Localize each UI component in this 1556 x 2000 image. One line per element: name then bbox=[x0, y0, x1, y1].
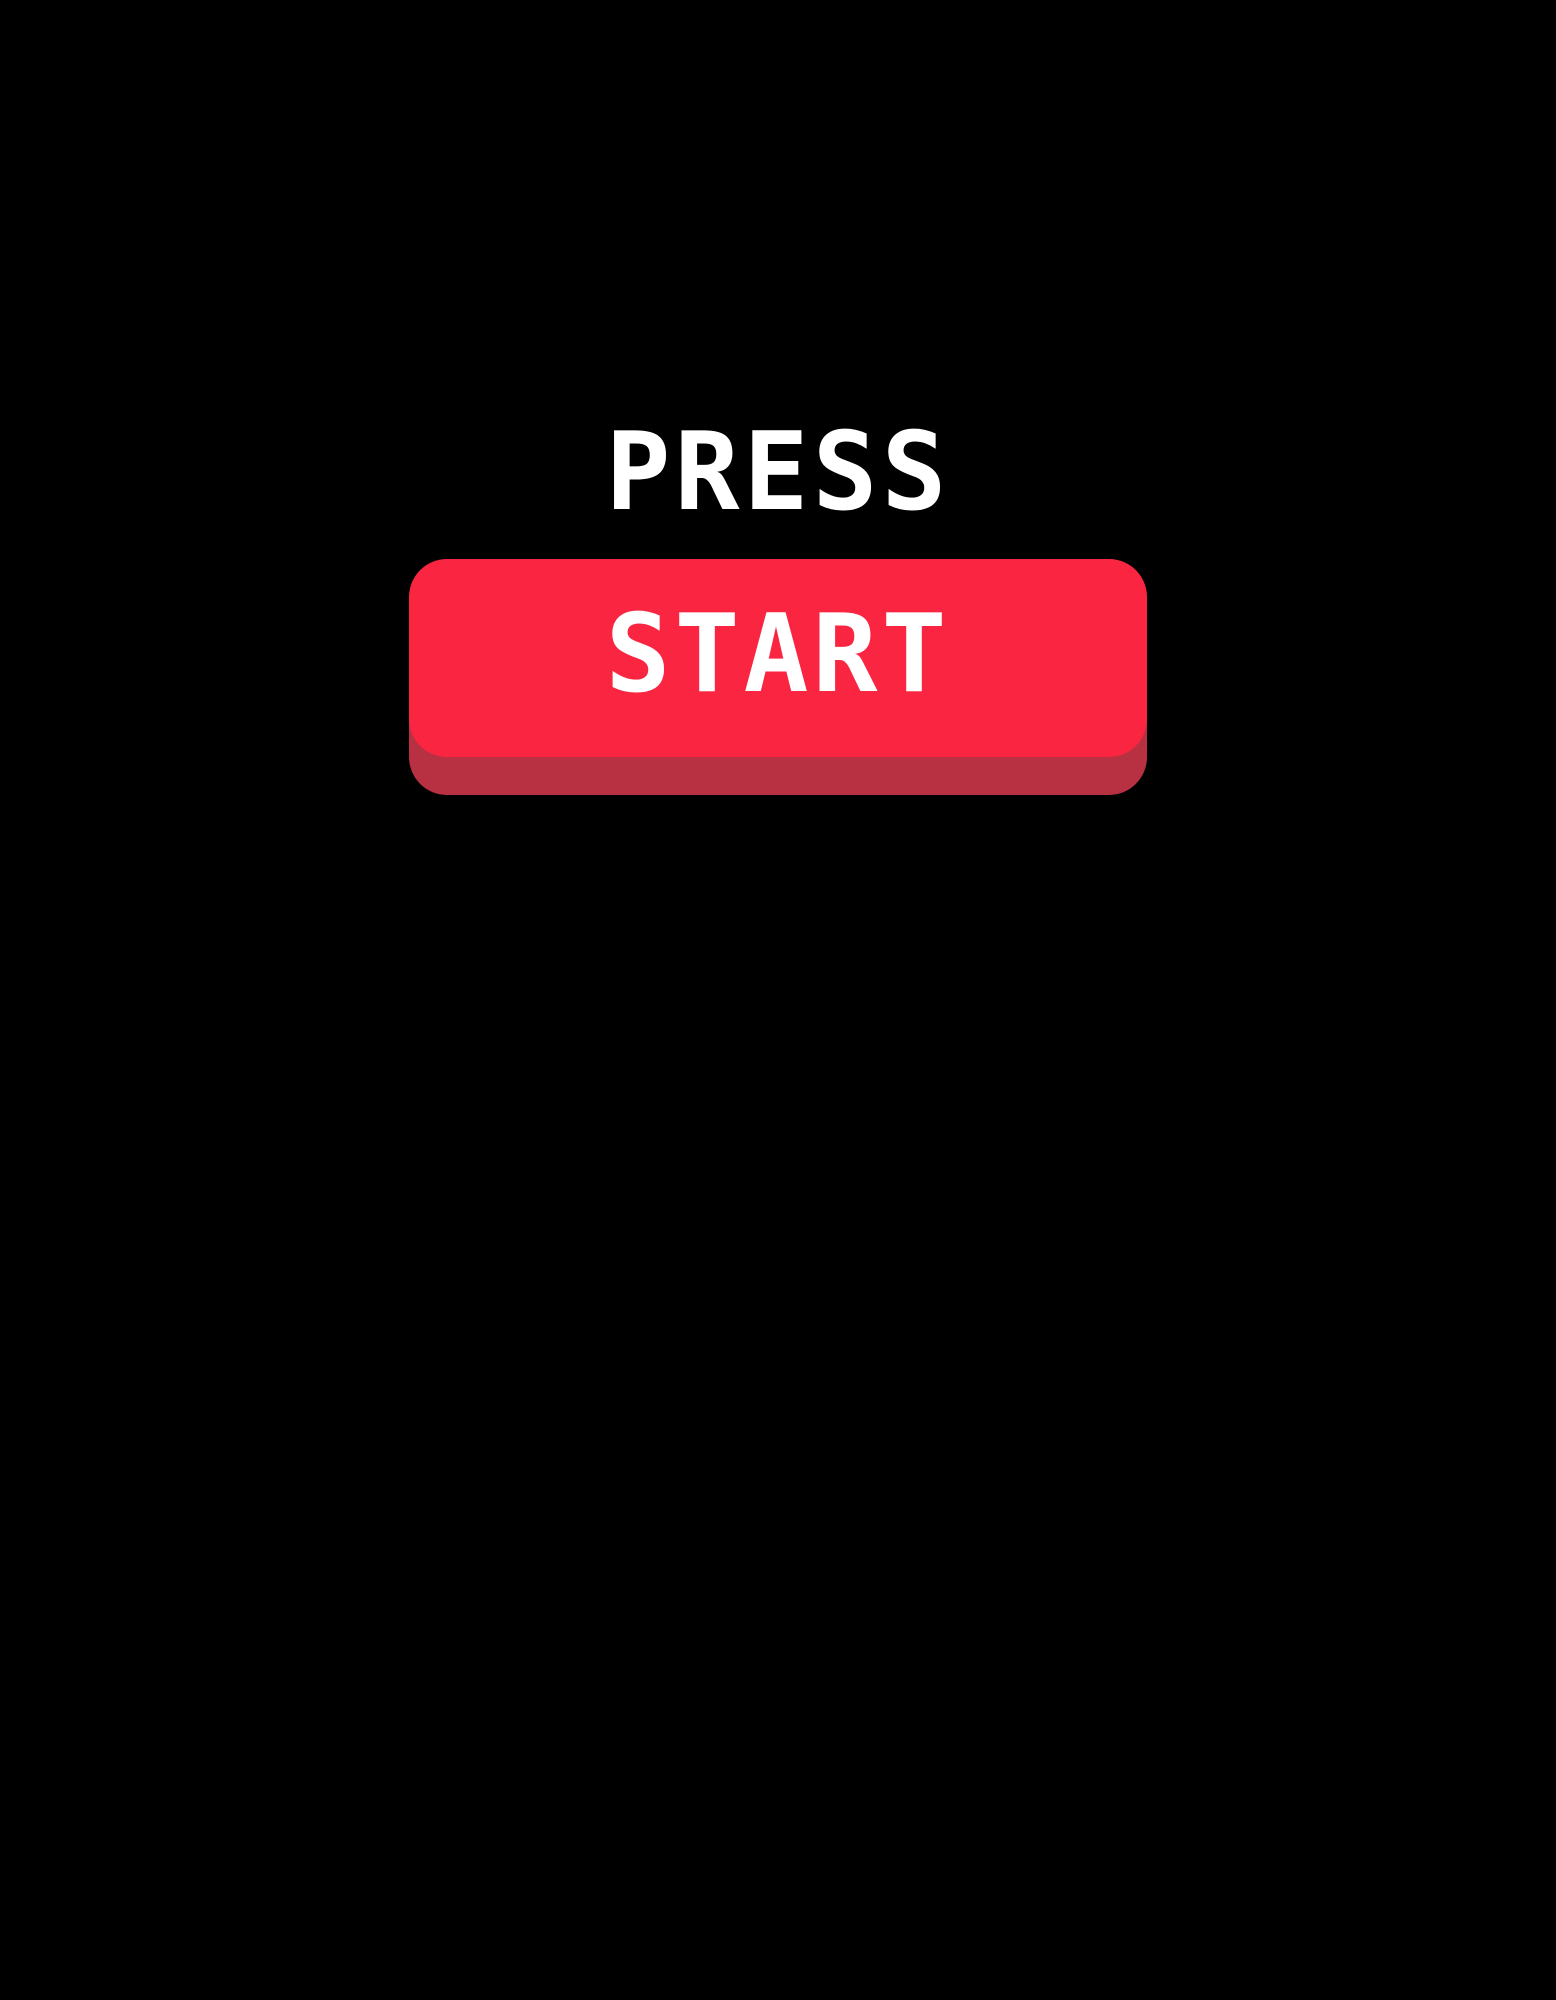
start-button-face[interactable]: START bbox=[409, 559, 1147, 757]
start-button[interactable]: START bbox=[409, 559, 1147, 795]
start-button-label: START bbox=[605, 592, 951, 717]
press-prompt-text: PRESS bbox=[605, 410, 951, 535]
title-screen: PRESS START bbox=[0, 0, 1556, 2000]
